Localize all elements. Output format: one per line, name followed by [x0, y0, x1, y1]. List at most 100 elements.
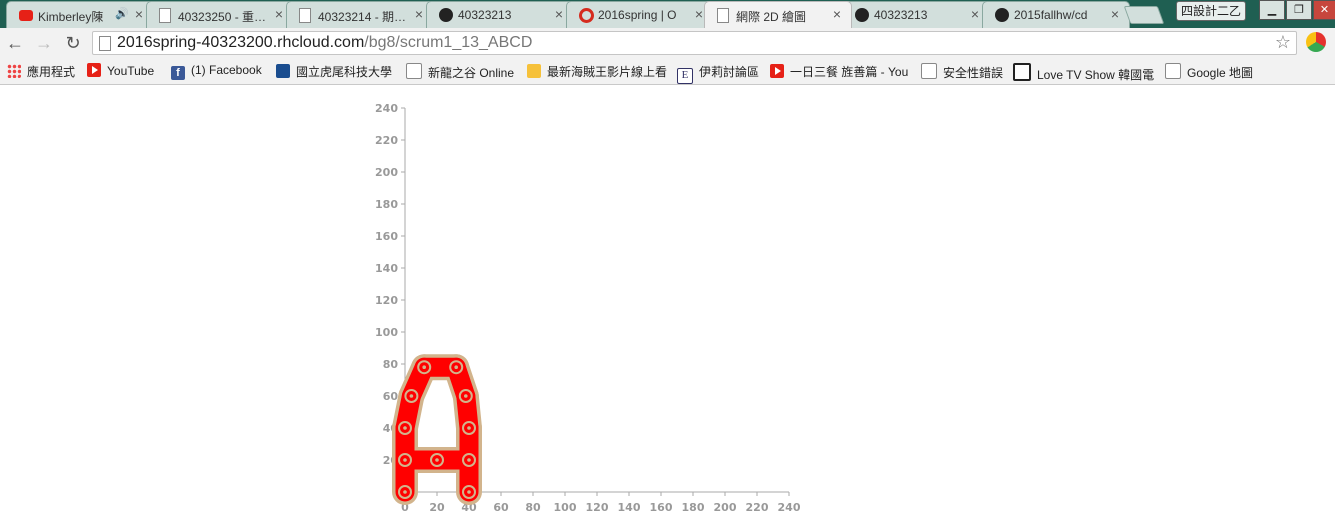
toolbar: ← → ↻ 2016spring-40323200.rhcloud.com/bg… [0, 28, 1335, 58]
bookmark-item[interactable]: Google 地圖 [1165, 63, 1254, 80]
extension-icon[interactable] [1306, 32, 1326, 52]
facebook-icon: f [171, 66, 185, 80]
y-tick-label: 160 [375, 230, 398, 243]
close-tab-icon[interactable]: × [971, 6, 979, 22]
bookmark-label: YouTube [107, 64, 155, 78]
close-tab-icon[interactable]: × [833, 6, 841, 22]
back-button[interactable]: ← [4, 32, 26, 54]
address-bar[interactable]: 2016spring-40323200.rhcloud.com/bg8/scru… [92, 31, 1297, 55]
y-tick-label: 120 [375, 294, 398, 307]
chain-joint-pin [422, 365, 427, 370]
close-tab-icon[interactable]: × [135, 6, 143, 22]
forward-button[interactable]: → [33, 32, 55, 54]
profile-button[interactable]: 四設計二乙 [1176, 1, 1246, 21]
tab-7[interactable]: 40323213 × [842, 1, 990, 28]
tab-title: 40323213 [458, 8, 512, 22]
x-tick-label: 240 [778, 501, 801, 514]
page-icon [299, 8, 311, 23]
bookmark-label: 伊莉討論區 [699, 65, 760, 79]
close-tab-icon[interactable]: × [415, 6, 423, 22]
y-tick-label: 80 [383, 358, 399, 371]
page-icon [99, 36, 111, 51]
chain-joint-pin [454, 365, 459, 370]
bookmark-label: 安全性錯誤 [943, 66, 1004, 80]
bookmarks-bar: 應用程式 YouTube f (1) Facebook 國立虎尾科技大學 新龍之谷 Onl… [0, 58, 1335, 85]
bookmark-item[interactable]: 最新海賊王影片線上看 [527, 63, 667, 79]
close-tab-icon[interactable]: × [1111, 6, 1119, 22]
bookmark-item[interactable]: 一日三餐 旌善篇 - You [770, 63, 908, 79]
y-tick-label: 60 [383, 390, 399, 403]
x-tick-label: 20 [429, 501, 445, 514]
chain-joint-pin [403, 426, 407, 430]
close-tab-icon[interactable]: × [695, 6, 703, 22]
youtube-icon [19, 10, 33, 21]
eye-icon [276, 64, 290, 78]
x-tick-label: 200 [714, 501, 737, 514]
face-icon [527, 64, 541, 78]
bookmark-label: Love TV Show 韓國電 [1037, 68, 1155, 82]
bookmark-item[interactable]: E 伊莉討論區 [677, 63, 760, 84]
youtube-icon [770, 64, 784, 78]
tab-title: 2015fallhw/cd [1014, 8, 1088, 22]
y-tick-label: 220 [375, 134, 398, 147]
tab-3[interactable]: 40323214 - 期… × [286, 1, 434, 28]
chain-joint-pin [467, 426, 471, 430]
youtube-icon [87, 63, 101, 77]
chain-joint-pin [403, 458, 407, 462]
github-icon [439, 8, 453, 22]
x-tick-label: 140 [618, 501, 641, 514]
chain-joint-pin [467, 490, 471, 494]
bookmark-item[interactable]: 新龍之谷 Online [406, 63, 515, 80]
page-icon [717, 8, 729, 23]
bookmark-item[interactable]: f (1) Facebook [171, 63, 262, 80]
bookmark-label: 應用程式 [27, 65, 76, 79]
audio-icon[interactable]: 🔊 [115, 7, 129, 20]
maximize-button[interactable]: ❐ [1286, 0, 1312, 20]
bookmark-label: 新龍之谷 Online [428, 66, 515, 80]
chain-joint-pin [435, 458, 439, 462]
page-icon [406, 63, 422, 79]
page-icon [159, 8, 171, 23]
tab-6[interactable]: 網際 2D 繪圖 × [704, 1, 852, 28]
page-icon [1165, 63, 1181, 79]
minimize-button[interactable]: ▁ [1259, 0, 1285, 20]
x-tick-label: 80 [525, 501, 541, 514]
x-tick-label: 220 [746, 501, 769, 514]
bookmark-label: Google 地圖 [1187, 66, 1254, 80]
bookmark-item[interactable]: 國立虎尾科技大學 [276, 63, 392, 79]
github-icon [855, 8, 869, 22]
close-tab-icon[interactable]: × [275, 6, 283, 22]
tab-5[interactable]: 2016spring | O × [566, 1, 714, 28]
x-tick-label: 100 [554, 501, 577, 514]
close-window-button[interactable]: ✕ [1313, 0, 1335, 20]
tab-title: 40323213 [874, 8, 928, 22]
tab-2[interactable]: 40323250 - 重… × [146, 1, 294, 28]
chain-joint-pin [403, 490, 407, 494]
bookmark-item[interactable]: YouTube [87, 63, 154, 79]
page-icon [921, 63, 937, 79]
y-tick-label: 100 [375, 326, 398, 339]
tab-title: 網際 2D 繪圖 [736, 10, 807, 24]
y-tick-label: 200 [375, 166, 398, 179]
bookmark-star-icon[interactable]: ☆ [1275, 32, 1291, 53]
bookmark-label: 一日三餐 旌善篇 - You [790, 65, 909, 79]
chain-joint-pin [467, 458, 471, 462]
new-tab-button[interactable] [1123, 6, 1165, 24]
back-arrow-icon: ← [6, 33, 24, 53]
url-path: /bg8/scrum1_13_ABCD [364, 34, 533, 51]
bookmark-label: 最新海賊王影片線上看 [547, 65, 668, 79]
reload-icon: ↻ [65, 33, 81, 53]
y-tick-label: 140 [375, 262, 398, 275]
tab-8[interactable]: 2015fallhw/cd × [982, 1, 1130, 28]
close-tab-icon[interactable]: × [555, 6, 563, 22]
apps-icon [7, 64, 21, 78]
reload-button[interactable]: ↻ [62, 32, 84, 54]
e-icon: E [677, 68, 693, 84]
url-text: 2016spring-40323200.rhcloud.com/bg8/scru… [117, 34, 532, 52]
tab-1[interactable]: Kimberley陳 🔊 × [6, 1, 154, 28]
bookmark-item[interactable]: Love TV Show 韓國電 [1013, 63, 1155, 82]
chain-joint-pin [409, 394, 414, 398]
bookmark-item[interactable]: 安全性錯誤 [921, 63, 1004, 80]
tab-4[interactable]: 40323213 × [426, 1, 574, 28]
bookmark-item[interactable]: 應用程式 [7, 63, 75, 79]
